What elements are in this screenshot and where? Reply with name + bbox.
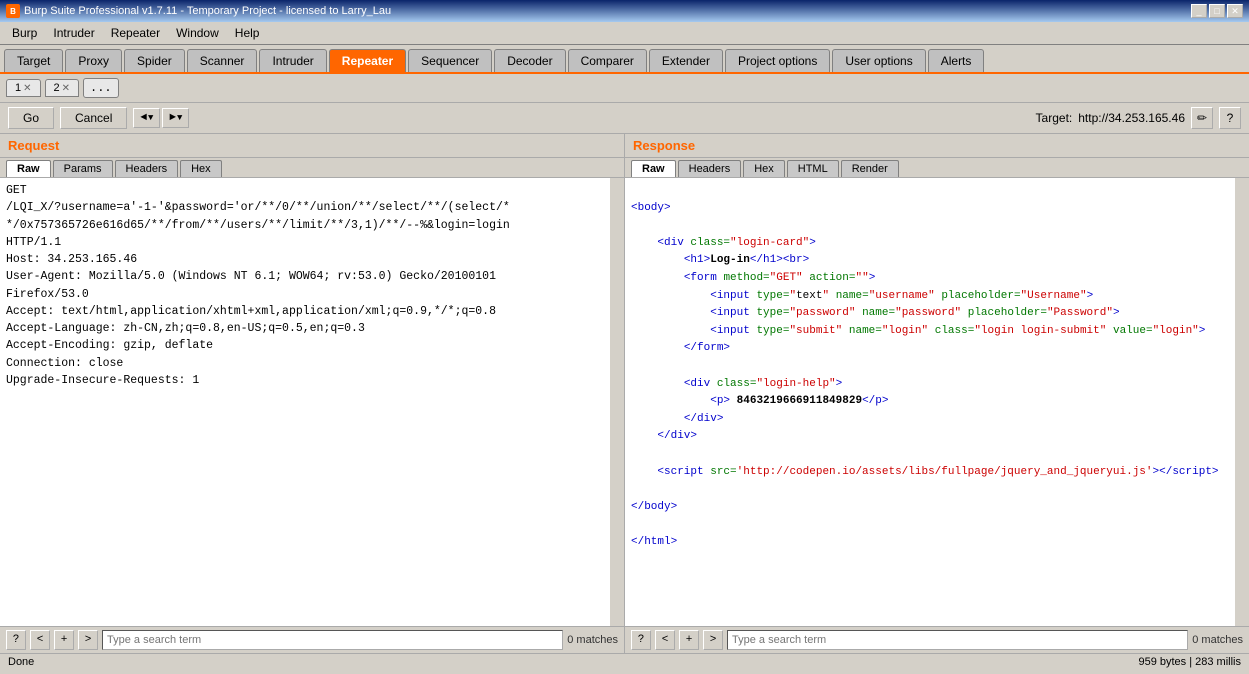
close-tab-2-icon[interactable]: ✕	[62, 83, 70, 94]
cancel-button[interactable]: Cancel	[60, 107, 127, 129]
tab-repeater[interactable]: Repeater	[329, 49, 406, 72]
tab-scanner[interactable]: Scanner	[187, 49, 258, 72]
edit-target-button[interactable]: ✏	[1191, 107, 1213, 129]
menu-intruder[interactable]: Intruder	[45, 24, 102, 42]
titlebar-left: B Burp Suite Professional v1.7.11 - Temp…	[6, 4, 391, 18]
target-url: http://34.253.165.46	[1078, 111, 1185, 125]
response-tab-html[interactable]: HTML	[787, 160, 839, 177]
forward-dropdown-icon[interactable]: ▼	[177, 113, 182, 123]
status-bytes: 959 bytes | 283 millis	[1138, 656, 1241, 668]
tab-user-options[interactable]: User options	[832, 49, 925, 72]
repeater-tab-more[interactable]: ...	[83, 78, 119, 98]
request-content[interactable]: GET /LQI_X/?username=a'-1-'&password='or…	[0, 178, 610, 626]
app-icon: B	[6, 4, 20, 18]
response-content[interactable]: <body> <div class="login-card"> <h1>Log-…	[625, 178, 1235, 626]
request-search-bar: ? < + > 0 matches	[0, 626, 624, 653]
response-scrollbar[interactable]	[1235, 178, 1249, 626]
menu-burp[interactable]: Burp	[4, 24, 45, 42]
response-search-bar: ? < + > 0 matches	[625, 626, 1249, 653]
tab-sequencer[interactable]: Sequencer	[408, 49, 492, 72]
request-search-count: 0 matches	[567, 634, 618, 646]
request-search-prev-button[interactable]: <	[30, 630, 50, 650]
request-header: Request	[0, 134, 624, 158]
menu-help[interactable]: Help	[227, 24, 268, 42]
back-button[interactable]: ◄ ▼	[133, 108, 160, 128]
request-search-input[interactable]	[102, 630, 563, 650]
target-info: Target: http://34.253.165.46 ✏ ?	[1036, 107, 1241, 129]
tab-comparer[interactable]: Comparer	[568, 49, 647, 72]
close-button[interactable]: ✕	[1227, 4, 1243, 18]
status-text: Done	[8, 656, 34, 668]
maximize-button[interactable]: □	[1209, 4, 1225, 18]
forward-button[interactable]: ► ▼	[162, 108, 189, 128]
back-icon: ◄	[140, 112, 147, 124]
response-tabs: Raw Headers Hex HTML Render	[625, 158, 1249, 178]
response-tab-raw[interactable]: Raw	[631, 160, 676, 177]
response-tab-render[interactable]: Render	[841, 160, 899, 177]
menu-window[interactable]: Window	[168, 24, 227, 42]
statusbar: Done 959 bytes | 283 millis	[0, 653, 1249, 670]
toolbar: Go Cancel ◄ ▼ ► ▼ Target: http://34.253.…	[0, 103, 1249, 134]
repeater-tab-2[interactable]: 2 ✕	[45, 79, 80, 97]
repeater-tab-1[interactable]: 1 ✕	[6, 79, 41, 97]
tab-decoder[interactable]: Decoder	[494, 49, 565, 72]
response-search-next-button[interactable]: +	[679, 630, 699, 650]
request-panel: Request Raw Params Headers Hex GET /LQI_…	[0, 134, 625, 653]
back-dropdown-icon[interactable]: ▼	[148, 113, 153, 123]
tab-spider[interactable]: Spider	[124, 49, 185, 72]
tab-intruder[interactable]: Intruder	[259, 49, 326, 72]
request-search-next2-button[interactable]: >	[78, 630, 98, 650]
close-tab-1-icon[interactable]: ✕	[23, 83, 31, 94]
target-label: Target:	[1036, 111, 1073, 125]
response-search-next2-button[interactable]: >	[703, 630, 723, 650]
content-area: Request Raw Params Headers Hex GET /LQI_…	[0, 134, 1249, 653]
window-title: Burp Suite Professional v1.7.11 - Tempor…	[24, 5, 391, 17]
main-tabs: Target Proxy Spider Scanner Intruder Rep…	[0, 45, 1249, 74]
request-help-search-button[interactable]: ?	[6, 630, 26, 650]
titlebar-controls[interactable]: _ □ ✕	[1191, 4, 1243, 18]
repeater-tabs: 1 ✕ 2 ✕ ...	[0, 74, 1249, 103]
response-content-wrapper: <body> <div class="login-card"> <h1>Log-…	[625, 178, 1249, 626]
forward-icon: ►	[169, 112, 176, 124]
request-tabs: Raw Params Headers Hex	[0, 158, 624, 178]
request-tab-headers[interactable]: Headers	[115, 160, 179, 177]
menubar: Burp Intruder Repeater Window Help	[0, 22, 1249, 45]
request-tab-params[interactable]: Params	[53, 160, 113, 177]
menu-repeater[interactable]: Repeater	[103, 24, 168, 42]
response-search-input[interactable]	[727, 630, 1188, 650]
titlebar: B Burp Suite Professional v1.7.11 - Temp…	[0, 0, 1249, 22]
request-search-next-button[interactable]: +	[54, 630, 74, 650]
tab-alerts[interactable]: Alerts	[928, 49, 985, 72]
tab-proxy[interactable]: Proxy	[65, 49, 122, 72]
minimize-button[interactable]: _	[1191, 4, 1207, 18]
response-help-search-button[interactable]: ?	[631, 630, 651, 650]
response-tab-headers[interactable]: Headers	[678, 160, 742, 177]
response-search-count: 0 matches	[1192, 634, 1243, 646]
response-panel: Response Raw Headers Hex HTML Render <bo…	[625, 134, 1249, 653]
request-tab-hex[interactable]: Hex	[180, 160, 222, 177]
tab-extender[interactable]: Extender	[649, 49, 723, 72]
request-scrollbar[interactable]	[610, 178, 624, 626]
request-content-wrapper: GET /LQI_X/?username=a'-1-'&password='or…	[0, 178, 624, 626]
tab-project-options[interactable]: Project options	[725, 49, 830, 72]
response-tab-hex[interactable]: Hex	[743, 160, 785, 177]
help-button[interactable]: ?	[1219, 107, 1241, 129]
go-button[interactable]: Go	[8, 107, 54, 129]
tab-target[interactable]: Target	[4, 49, 63, 72]
request-tab-raw[interactable]: Raw	[6, 160, 51, 177]
response-search-prev-button[interactable]: <	[655, 630, 675, 650]
response-header: Response	[625, 134, 1249, 158]
